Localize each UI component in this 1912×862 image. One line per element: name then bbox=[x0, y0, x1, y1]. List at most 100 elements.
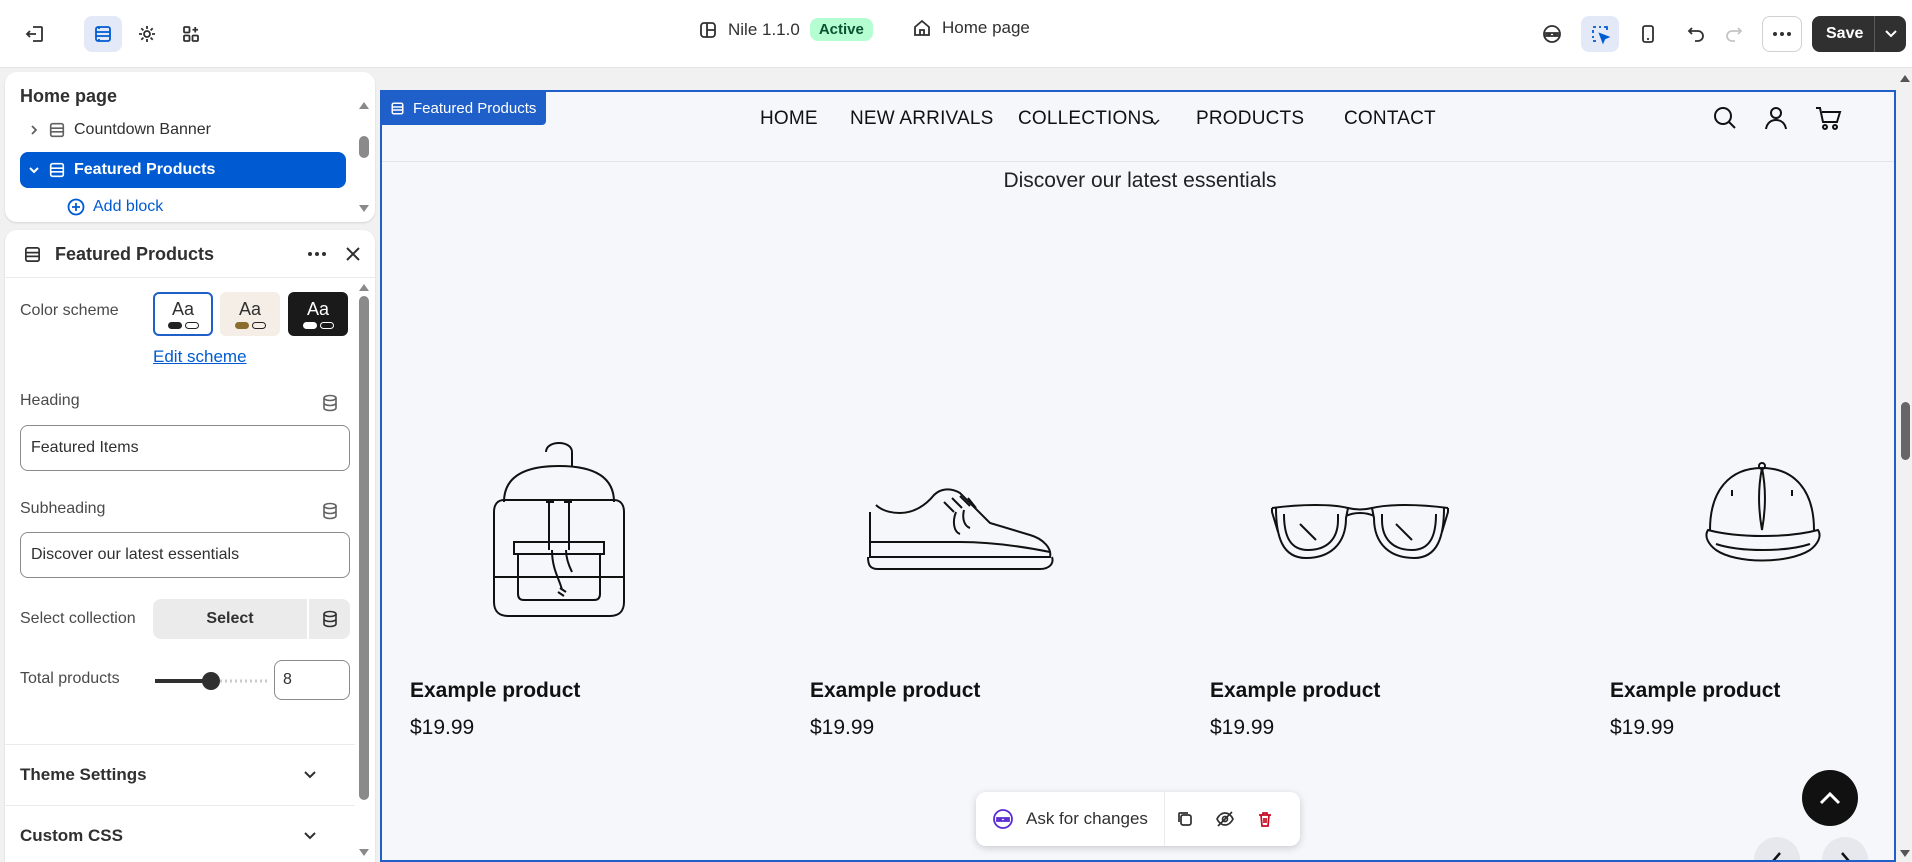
tree-scroll-thumb[interactable] bbox=[359, 136, 369, 158]
nav-home[interactable]: HOME bbox=[760, 108, 818, 130]
product-price: $19.99 bbox=[1210, 716, 1275, 739]
account-icon[interactable] bbox=[1763, 105, 1789, 131]
theme-settings-section[interactable]: Theme Settings bbox=[5, 744, 355, 804]
settings-scroll-thumb[interactable] bbox=[359, 296, 369, 800]
floating-section-toolbar: Ask for changes bbox=[976, 792, 1300, 846]
more-icon[interactable] bbox=[307, 251, 327, 257]
color-scheme-option-1[interactable]: Aa bbox=[153, 292, 213, 336]
theme-settings-button[interactable] bbox=[128, 16, 166, 52]
status-badge: Active bbox=[809, 18, 873, 41]
edit-scheme-link[interactable]: Edit scheme bbox=[153, 347, 247, 367]
tree-item-label: Countdown Banner bbox=[74, 121, 211, 138]
color-scheme-option-3[interactable]: Aa bbox=[288, 292, 348, 336]
chevron-down-icon bbox=[1884, 30, 1897, 38]
tree-item-countdown-banner[interactable]: Countdown Banner bbox=[20, 112, 346, 148]
theme-name: Nile 1.1.0 bbox=[728, 19, 800, 39]
scroll-up-icon[interactable] bbox=[1898, 72, 1912, 84]
database-icon[interactable] bbox=[321, 394, 339, 412]
sections-icon bbox=[95, 26, 111, 42]
nav-new-arrivals[interactable]: NEW ARRIVALS bbox=[850, 108, 994, 130]
swatch-text: Aa bbox=[238, 299, 262, 319]
search-icon[interactable] bbox=[1712, 105, 1738, 131]
add-block-button[interactable]: Add block bbox=[67, 198, 163, 216]
ask-for-changes-button[interactable]: Ask for changes bbox=[976, 792, 1165, 846]
ai-assistant-button[interactable] bbox=[1533, 16, 1571, 52]
select-collection-button[interactable]: Select bbox=[153, 599, 307, 639]
delete-button[interactable] bbox=[1245, 792, 1285, 846]
subheading-label: Subheading bbox=[20, 500, 106, 517]
scroll-up-icon[interactable] bbox=[358, 282, 370, 292]
select-cursor-icon bbox=[1592, 26, 1611, 45]
nav-contact[interactable]: CONTACT bbox=[1344, 108, 1436, 130]
carousel-next-button[interactable] bbox=[1822, 837, 1868, 860]
sunglasses-icon bbox=[1271, 504, 1449, 560]
collection-dynamic-source-button[interactable] bbox=[309, 599, 350, 639]
close-icon[interactable] bbox=[345, 246, 361, 262]
settings-panel: Featured Products Color scheme Aa Aa Aa … bbox=[5, 230, 375, 862]
subheading-input[interactable]: Discover our latest essentials bbox=[20, 532, 350, 578]
more-actions-button[interactable] bbox=[1762, 16, 1802, 52]
mobile-preview-button[interactable] bbox=[1629, 16, 1667, 52]
scroll-down-icon[interactable] bbox=[358, 204, 370, 214]
heading-input[interactable]: Featured Items bbox=[20, 425, 350, 471]
inspector-button[interactable] bbox=[1581, 16, 1619, 52]
chevron-down-icon bbox=[304, 770, 316, 778]
hide-button[interactable] bbox=[1205, 792, 1245, 846]
gear-icon bbox=[139, 26, 155, 42]
storefront-preview: HOME NEW ARRIVALS COLLECTIONS PRODUCTS C… bbox=[380, 90, 1896, 862]
scroll-down-icon[interactable] bbox=[1898, 848, 1912, 860]
custom-css-section[interactable]: Custom CSS bbox=[5, 805, 355, 862]
total-products-slider[interactable] bbox=[153, 671, 269, 691]
cart-icon[interactable] bbox=[1814, 105, 1842, 131]
page-selector[interactable]: Home page bbox=[912, 18, 1030, 38]
duplicate-button[interactable] bbox=[1165, 792, 1205, 846]
exit-button[interactable] bbox=[16, 16, 54, 52]
database-icon[interactable] bbox=[321, 502, 339, 520]
undo-button[interactable] bbox=[1677, 16, 1715, 52]
settings-title: Featured Products bbox=[55, 244, 215, 264]
chevron-down-icon bbox=[304, 831, 316, 839]
preview-scroll-thumb[interactable] bbox=[1901, 402, 1910, 460]
chevron-right-icon[interactable] bbox=[28, 124, 40, 136]
theme-info[interactable]: Nile 1.1.0 Active bbox=[698, 18, 873, 41]
add-block-label: Add block bbox=[93, 198, 164, 215]
chevron-right-icon bbox=[1841, 852, 1850, 860]
carousel-prev-button[interactable] bbox=[1754, 837, 1800, 860]
total-products-input[interactable]: 8 bbox=[274, 660, 350, 700]
apps-icon bbox=[183, 26, 199, 42]
product-name[interactable]: Example product bbox=[410, 679, 580, 703]
scroll-down-icon[interactable] bbox=[358, 848, 370, 858]
save-options-button[interactable] bbox=[1875, 29, 1906, 39]
color-scheme-option-2[interactable]: Aa bbox=[220, 292, 280, 336]
tree-scrollbar[interactable] bbox=[358, 100, 370, 214]
duplicate-icon bbox=[1178, 812, 1192, 826]
scroll-up-icon[interactable] bbox=[358, 100, 370, 110]
product-name[interactable]: Example product bbox=[1210, 679, 1380, 703]
heading-label: Heading bbox=[20, 392, 80, 409]
selected-section-tag[interactable]: Featured Products bbox=[380, 91, 547, 125]
sections-tab-button[interactable] bbox=[84, 16, 122, 52]
redo-icon bbox=[1726, 27, 1743, 42]
chevron-down-icon[interactable] bbox=[28, 164, 40, 176]
settings-scrollbar[interactable] bbox=[358, 282, 370, 860]
redo-button[interactable] bbox=[1715, 16, 1753, 52]
section-label: Custom CSS bbox=[20, 825, 123, 845]
nav-products[interactable]: PRODUCTS bbox=[1196, 108, 1304, 130]
apps-button[interactable] bbox=[172, 16, 210, 52]
preview-scrollbar[interactable] bbox=[1898, 72, 1912, 862]
robot-icon bbox=[1543, 25, 1561, 43]
tree-item-featured-products[interactable]: Featured Products bbox=[20, 152, 346, 188]
section-icon bbox=[49, 162, 65, 178]
product-name[interactable]: Example product bbox=[1610, 679, 1780, 703]
product-name[interactable]: Example product bbox=[810, 679, 980, 703]
swatch-text: Aa bbox=[171, 299, 195, 319]
nav-collections[interactable]: COLLECTIONS bbox=[1018, 108, 1154, 130]
settings-header: Featured Products bbox=[5, 230, 375, 278]
product-price: $19.99 bbox=[1610, 716, 1675, 739]
chevron-left-icon bbox=[1772, 852, 1781, 860]
back-to-top-button[interactable] bbox=[1802, 770, 1858, 826]
store-header: HOME NEW ARRIVALS COLLECTIONS PRODUCTS C… bbox=[382, 92, 1894, 162]
save-button[interactable]: Save bbox=[1812, 25, 1874, 43]
section-subheading: Discover our latest essentials bbox=[1003, 169, 1277, 192]
tree-item-label: Featured Products bbox=[74, 161, 216, 178]
